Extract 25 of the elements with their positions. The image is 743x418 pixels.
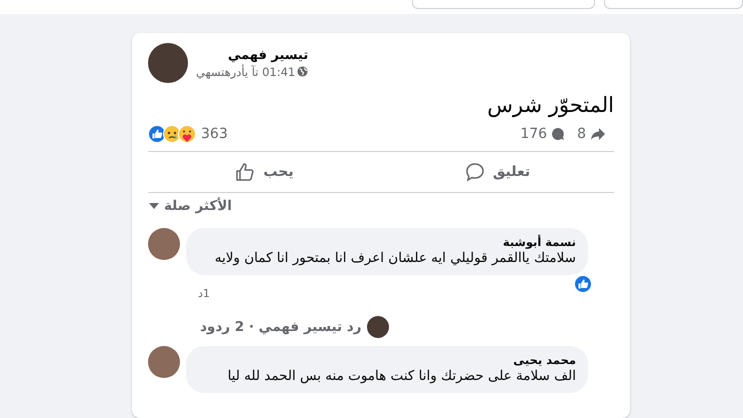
avatar-photo — [367, 316, 390, 338]
comment-text: سلامتك ياالقمر قوليلي ايه علشان اعرف انا بمتحور انا كمان ولايه — [214, 249, 576, 267]
author-name[interactable]: تيسير فهمي — [196, 48, 308, 62]
avatar-photo[interactable] — [148, 346, 180, 378]
share-icon — [590, 127, 606, 141]
avatar-photo[interactable] — [148, 43, 188, 83]
post-time[interactable]: 01:41 تآ يأدرهتسهي — [196, 64, 296, 78]
comment-text: الف سلامة على حضرتك وانا كنت هاموت منه بس الحمد لله ليا — [226, 367, 576, 385]
like-button[interactable]: يحب — [148, 155, 381, 189]
replies-link[interactable]: رد تيسير فهمي · 2 ردود — [200, 319, 362, 335]
globe-icon — [297, 66, 308, 77]
comment-time[interactable]: 1د — [198, 287, 614, 300]
caret-icon[interactable] — [148, 202, 160, 210]
share-count[interactable]: 8 — [577, 126, 586, 142]
commenter-name[interactable]: محمد يحيى — [198, 353, 576, 367]
comment-icon — [464, 162, 485, 182]
comment-count[interactable]: 176 — [520, 126, 548, 142]
avatar-photo[interactable] — [148, 228, 180, 260]
commenter-name[interactable]: نسمة أبوشبة — [198, 235, 576, 249]
comment-button[interactable]: تعليق — [381, 155, 614, 189]
sort-label[interactable]: الأكثر صلة — [164, 198, 232, 214]
reaction-count[interactable]: 363 — [201, 126, 228, 142]
post-text: المتحوّر شرس — [486, 93, 614, 117]
thumbs-up-icon — [235, 162, 256, 182]
comment-count-icon — [551, 127, 566, 141]
